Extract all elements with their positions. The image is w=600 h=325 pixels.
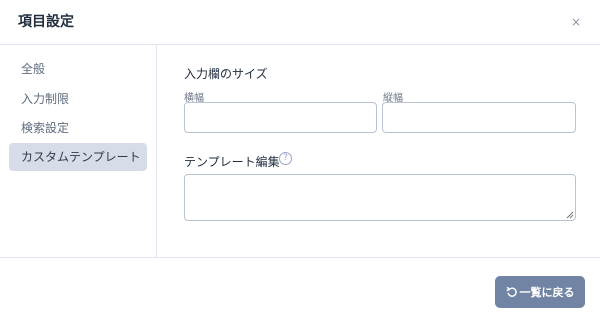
template-edit-label: テンプレート編集	[184, 155, 280, 169]
settings-content: 入力欄のサイズ 横幅 縦幅 テンプレート編集 ?	[157, 45, 600, 257]
dialog-header: 項目設定 ×	[0, 0, 600, 45]
close-icon[interactable]: ×	[571, 14, 581, 30]
settings-sidebar: 全般 入力制限 検索設定 カスタムテンプレート	[0, 45, 157, 257]
dialog-footer: 一覧に戻る	[0, 257, 600, 325]
height-input[interactable]	[382, 102, 576, 133]
sidebar-item-general[interactable]: 全般	[9, 55, 147, 83]
width-input[interactable]	[184, 102, 377, 133]
resize-grip-icon[interactable]	[566, 211, 574, 219]
dialog-title: 項目設定	[18, 14, 74, 30]
back-button-label: 一覧に戻る	[519, 286, 575, 299]
help-icon[interactable]: ?	[279, 152, 292, 165]
sidebar-item-input-restriction[interactable]: 入力制限	[9, 85, 147, 113]
sidebar-item-custom-template[interactable]: カスタムテンプレート	[9, 143, 147, 171]
back-to-list-button[interactable]: 一覧に戻る	[495, 276, 585, 308]
settings-dialog: 項目設定 × 全般 入力制限 検索設定 カスタムテンプレート 入力欄のサイズ 横…	[0, 0, 600, 325]
undo-icon	[506, 286, 517, 297]
template-textarea[interactable]	[184, 174, 576, 221]
input-size-title: 入力欄のサイズ	[184, 67, 268, 81]
sidebar-item-search-settings[interactable]: 検索設定	[9, 114, 147, 142]
